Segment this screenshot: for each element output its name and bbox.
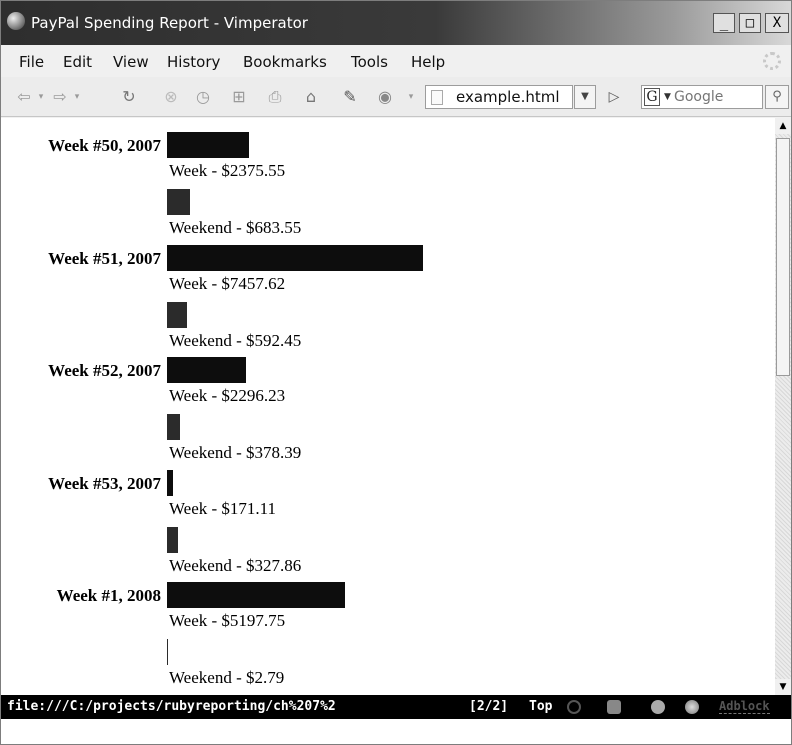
week-label: Week #51, 2007: [48, 248, 161, 268]
back-icon[interactable]: ⇦: [15, 87, 33, 107]
scroll-position: Top: [529, 699, 553, 714]
security-icon[interactable]: [567, 700, 581, 714]
home-icon[interactable]: ⌂: [301, 87, 321, 107]
history-icon[interactable]: ◷: [193, 87, 213, 107]
search-input[interactable]: [674, 87, 760, 107]
command-line[interactable]: [1, 719, 791, 744]
menu-history[interactable]: History: [167, 53, 220, 71]
weekend-bar: [167, 639, 168, 666]
google-engine-icon[interactable]: G: [644, 88, 660, 106]
url-bar[interactable]: example.html: [425, 85, 573, 109]
weekend-bar: [167, 526, 178, 553]
week-bar: [167, 132, 249, 158]
weekend-caption: Weekend - $378.39: [169, 443, 302, 463]
firebug-icon[interactable]: [685, 700, 699, 714]
stop-icon[interactable]: ⊗: [161, 87, 181, 107]
weekend-bar: [167, 301, 187, 328]
back-dropdown-icon[interactable]: ▾: [35, 87, 47, 107]
window-title: PayPal Spending Report - Vimperator: [31, 14, 308, 32]
menu-file[interactable]: File: [19, 53, 44, 71]
forward-dropdown-icon[interactable]: ▾: [71, 87, 83, 107]
weekend-bar: [167, 189, 190, 215]
week-label: Week #50, 2007: [48, 136, 161, 155]
week-caption: Week - $5197.75: [169, 611, 286, 631]
engine-dropdown-icon[interactable]: ▼: [664, 92, 671, 102]
weekend-caption: Weekend - $327.86: [169, 555, 302, 575]
weekend-caption: Weekend - $2.79: [169, 668, 285, 688]
menu-view[interactable]: View: [113, 53, 149, 71]
week-bar: [167, 357, 246, 384]
week-caption: Week - $2296.23: [169, 386, 286, 406]
vertical-scrollbar[interactable]: ▲ ▼: [775, 118, 791, 695]
report-content: Week #50, 2007 Week - $2375.55 Weekend - $…: [1, 118, 775, 695]
firefox-icon: [7, 12, 25, 30]
bookmark-feather-icon[interactable]: ✎: [339, 87, 361, 107]
addon-dropdown-icon[interactable]: ▾: [405, 87, 417, 107]
week-caption: Week - $2375.55: [169, 161, 286, 180]
search-box[interactable]: G ▼: [641, 85, 763, 109]
title-bar: PayPal Spending Report - Vimperator _ □ …: [1, 1, 791, 45]
go-button[interactable]: ▷: [599, 85, 629, 109]
week-label: Week #1, 2008: [56, 586, 161, 606]
browser-window: PayPal Spending Report - Vimperator _ □ …: [0, 0, 792, 745]
scroll-down-arrow[interactable]: ▼: [775, 679, 791, 695]
menu-bookmarks[interactable]: Bookmarks: [243, 53, 327, 71]
weekend-caption: Weekend - $592.45: [169, 330, 302, 350]
url-text[interactable]: example.html: [456, 88, 560, 106]
week-caption: Week - $171.11: [169, 498, 277, 518]
status-url: file:///C:/projects/rubyreporting/ch%207…: [7, 699, 336, 714]
page-icon: [431, 90, 443, 105]
maximize-button[interactable]: □: [739, 13, 761, 33]
forward-icon[interactable]: ⇨: [51, 87, 69, 107]
noscript-icon[interactable]: [651, 700, 665, 714]
menu-help[interactable]: Help: [411, 53, 445, 71]
scroll-up-arrow[interactable]: ▲: [775, 118, 791, 134]
throbber-icon: [763, 52, 781, 70]
close-button[interactable]: X: [765, 13, 789, 33]
week-bar: [167, 582, 345, 609]
week-label: Week #52, 2007: [48, 361, 161, 381]
status-line: file:///C:/projects/rubyreporting/ch%207…: [1, 695, 791, 719]
reload-icon[interactable]: ↻: [119, 87, 139, 107]
week-bar: [167, 469, 173, 496]
weekend-caption: Weekend - $683.55: [169, 218, 302, 237]
weekend-bar: [167, 414, 180, 441]
menu-tools[interactable]: Tools: [351, 53, 388, 71]
addon-icon[interactable]: ◉: [375, 87, 395, 107]
minimize-button[interactable]: _: [713, 13, 735, 33]
url-dropdown-button[interactable]: ▼: [574, 85, 596, 109]
print-icon[interactable]: ⎙: [265, 87, 285, 107]
tab-position: [2/2]: [469, 699, 509, 714]
week-bar: [167, 244, 423, 271]
scroll-thumb[interactable]: [776, 138, 790, 376]
week-label: Week #53, 2007: [48, 473, 161, 493]
greasemonkey-icon[interactable]: [607, 700, 621, 714]
menu-edit[interactable]: Edit: [63, 53, 92, 71]
menu-bar: File Edit View History Bookmarks Tools H…: [1, 45, 791, 77]
adblock-label[interactable]: Adblock: [719, 699, 770, 714]
navigation-toolbar: ⇦ ▾ ⇨ ▾ ↻ ⊗ ◷ ⊞ ⎙ ⌂ ✎ ◉ ▾ example.html ▼…: [1, 77, 791, 117]
new-tab-icon[interactable]: ⊞: [229, 87, 249, 107]
week-caption: Week - $7457.62: [169, 273, 286, 293]
search-magnifier-icon[interactable]: ⚲: [765, 85, 789, 109]
